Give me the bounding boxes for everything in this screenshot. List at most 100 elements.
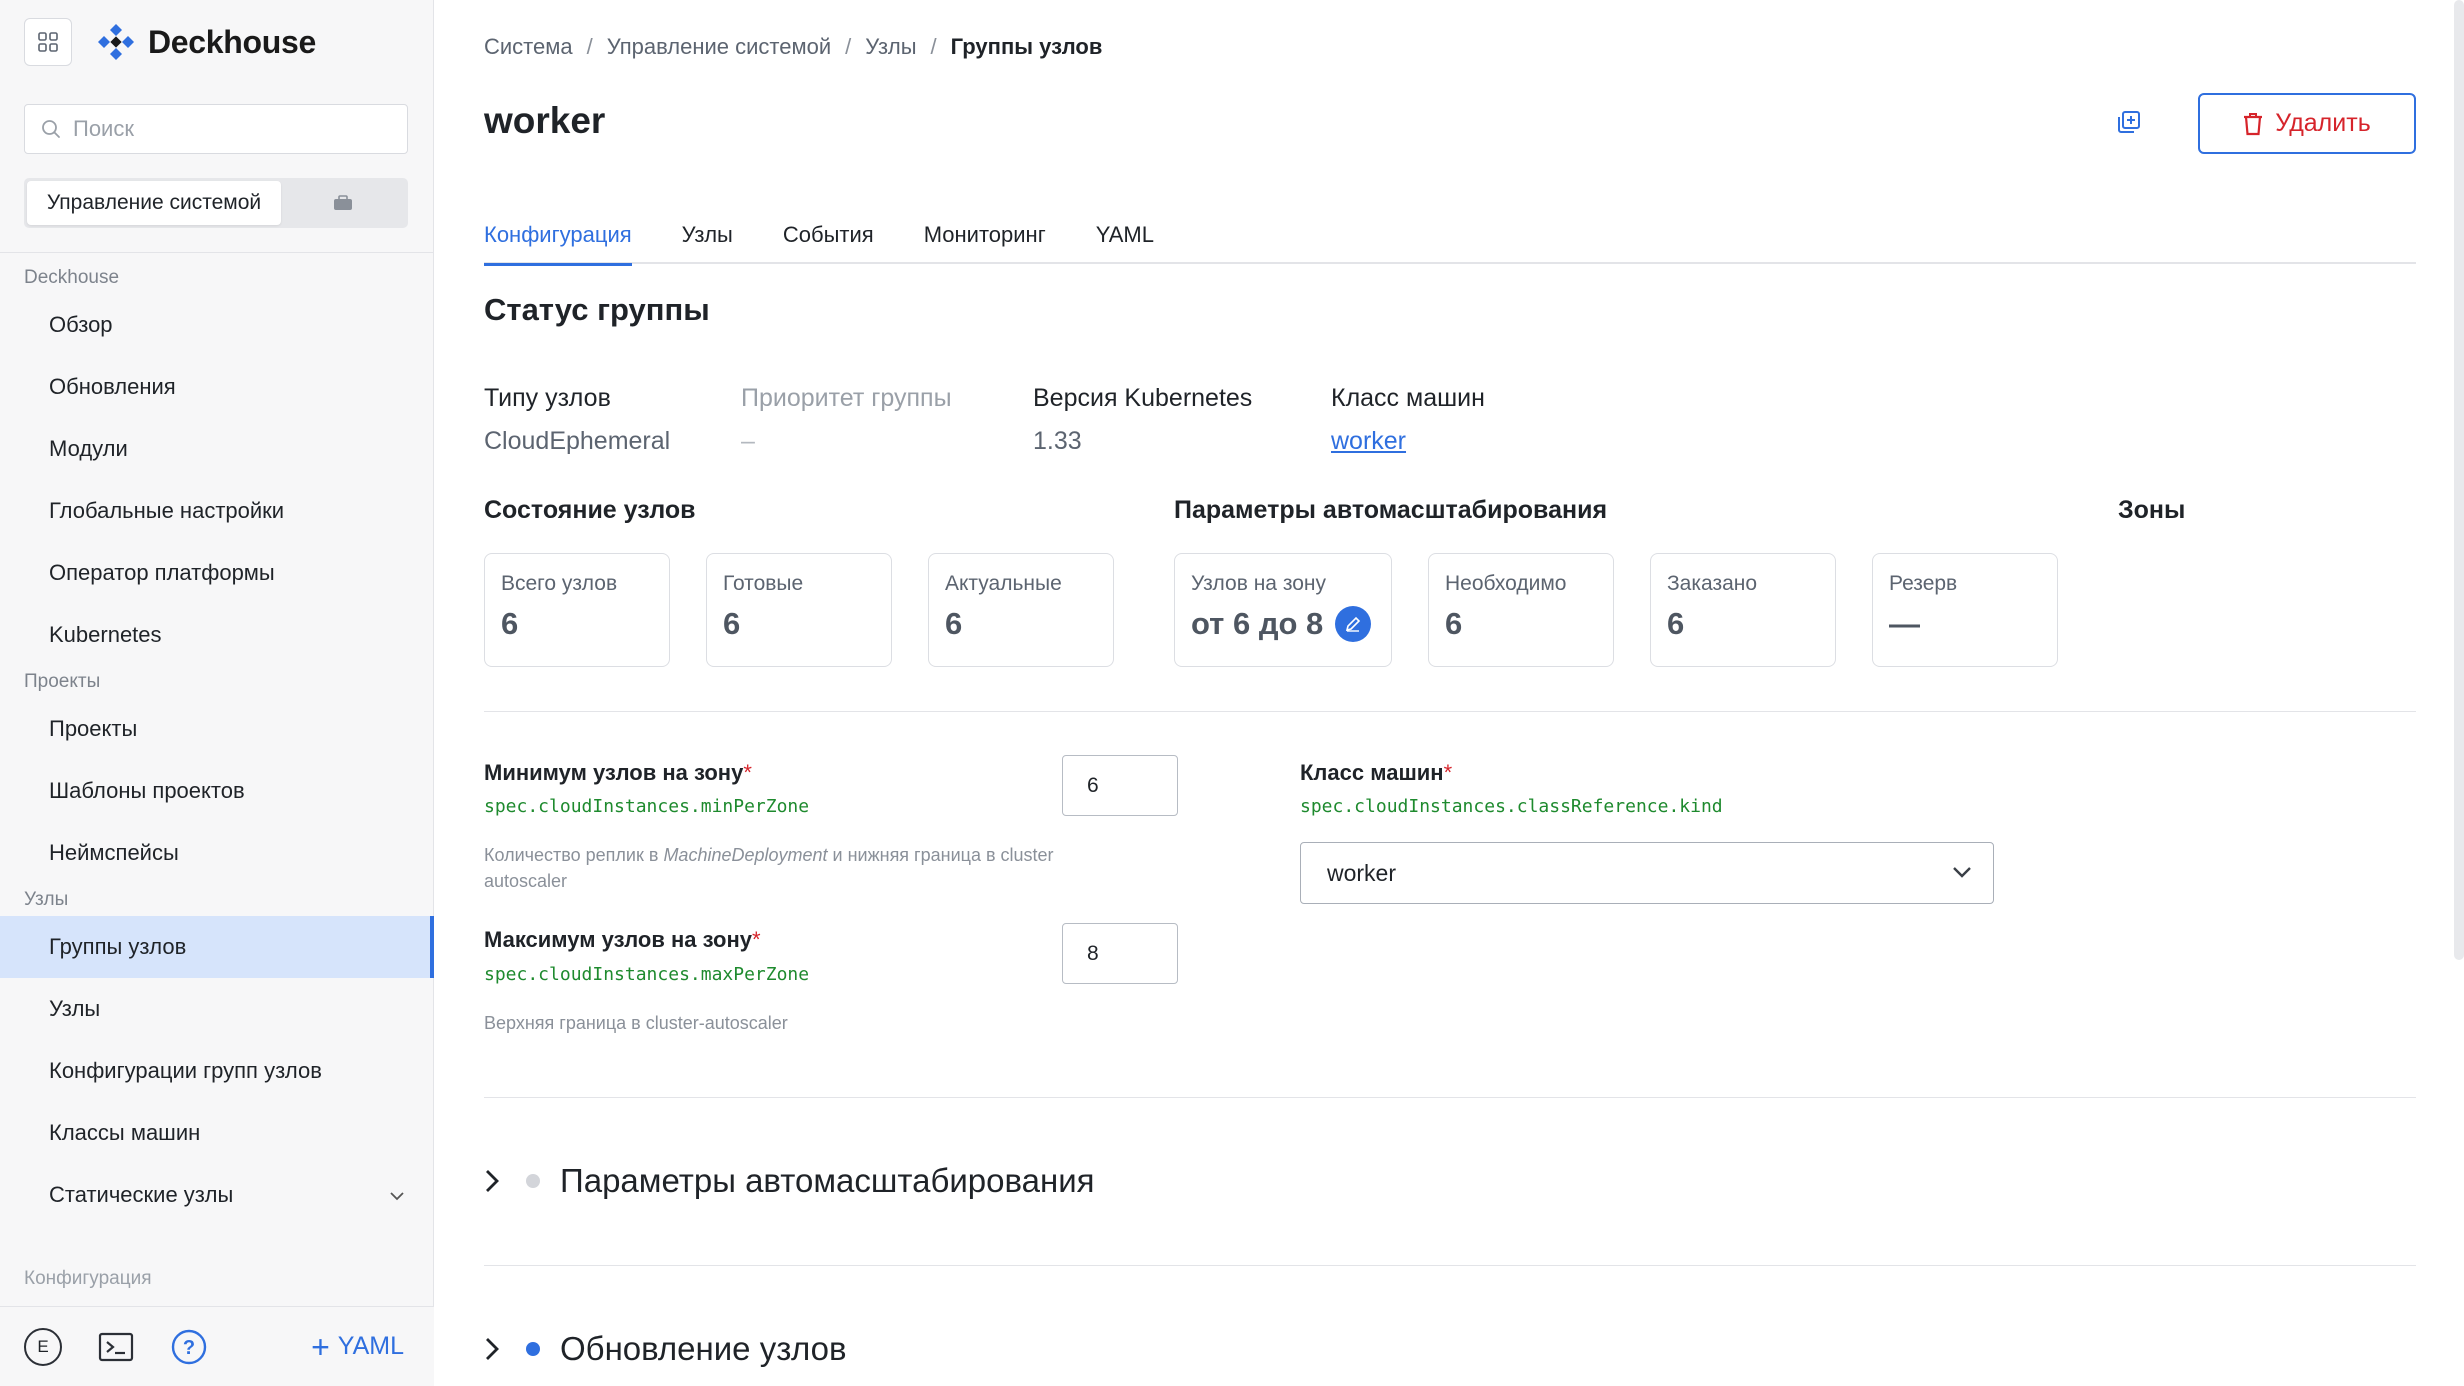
- info-label: Версия Kubernetes: [1033, 384, 1253, 412]
- trash-icon: [2244, 112, 2263, 135]
- chevron-right-icon: [484, 1168, 504, 1194]
- nav-section-deckhouse: Deckhouse: [24, 267, 120, 288]
- stat-card-desired: Необходимо 6: [1428, 553, 1614, 667]
- avatar[interactable]: E: [24, 1327, 62, 1366]
- create-yaml-button[interactable]: + YAML: [311, 1331, 404, 1363]
- accordion-title: Параметры автомасштабирования: [560, 1162, 1095, 1199]
- plus-icon: +: [311, 1328, 330, 1365]
- nav-section-nodes: Узлы: [24, 889, 69, 910]
- info-priority: Приоритет группы –: [741, 384, 1033, 456]
- sidebar-item-label: Статические узлы: [49, 1182, 234, 1207]
- stat-card-ready: Готовые 6: [706, 553, 892, 667]
- min-per-zone-path: spec.cloudInstances.minPerZone: [484, 796, 810, 817]
- sidebar-item-namespaces[interactable]: Неймспейсы: [0, 822, 434, 884]
- stat-label: Заказано: [1667, 572, 1758, 595]
- machine-class-select[interactable]: worker: [1300, 842, 1994, 904]
- info-label: Приоритет группы: [741, 384, 952, 412]
- delete-button-label: Удалить: [2275, 109, 2371, 137]
- sidebar-item-node-group-configurations[interactable]: Конфигурации групп узлов: [0, 1040, 434, 1102]
- stat-value: —: [1889, 606, 1920, 641]
- stat-value: 6: [501, 606, 519, 641]
- nav-section-configuration: Конфигурация: [24, 1268, 152, 1289]
- sidebar-divider: [0, 252, 434, 253]
- max-per-zone-input[interactable]: 8: [1062, 923, 1178, 984]
- deckhouse-logo-icon: [98, 24, 134, 60]
- min-per-zone-label: Минимум узлов на зону*: [484, 760, 752, 785]
- brand-name: Deckhouse: [148, 23, 317, 60]
- sidebar-item-static-nodes[interactable]: Статические узлы: [0, 1164, 434, 1226]
- page-title: worker: [484, 100, 606, 141]
- sidebar-item-machine-classes[interactable]: Классы машин: [0, 1102, 434, 1164]
- accordion-node-updates[interactable]: Обновление узлов: [484, 1330, 846, 1368]
- brand[interactable]: Deckhouse: [96, 22, 316, 62]
- sidebar-item-node-groups[interactable]: Группы узлов: [0, 916, 434, 978]
- tab-configuration[interactable]: Конфигурация: [484, 220, 632, 266]
- max-per-zone-help: Верхняя граница в cluster-autoscaler: [484, 1013, 788, 1033]
- sidebar-item-global-settings[interactable]: Глобальные настройки: [0, 480, 434, 542]
- group-info: Типу узлов CloudEphemeral Приоритет груп…: [484, 384, 1485, 456]
- scope-projects[interactable]: [281, 195, 405, 211]
- svg-text:?: ?: [183, 1337, 195, 1359]
- breadcrumb: Система / Управление системой / Узлы / Группы …: [484, 34, 1103, 59]
- create-yaml-label: YAML: [337, 1332, 404, 1360]
- sidebar-footer: E ? + YAML: [0, 1306, 434, 1386]
- tab-events[interactable]: События: [783, 220, 874, 264]
- machine-class-link[interactable]: worker: [1331, 427, 1485, 456]
- sidebar-item-platform-operator[interactable]: Оператор платформы: [0, 542, 434, 604]
- machine-class-path: spec.cloudInstances.classReference.kind: [1300, 796, 1723, 817]
- scope-system-management[interactable]: Управление системой: [27, 181, 281, 225]
- help-icon[interactable]: ?: [170, 1328, 208, 1366]
- sidebar-item-modules[interactable]: Модули: [0, 418, 434, 480]
- stat-label: Готовые: [723, 572, 804, 595]
- stat-label: Резерв: [1889, 572, 1958, 595]
- app-switcher-button[interactable]: [24, 18, 72, 66]
- tab-nodes[interactable]: Узлы: [682, 220, 733, 264]
- sidebar-item-project-templates[interactable]: Шаблоны проектов: [0, 760, 434, 822]
- delete-button[interactable]: Удалить: [2198, 93, 2416, 154]
- info-value: 1.33: [1033, 427, 1082, 455]
- stat-label: Необходимо: [1445, 572, 1567, 595]
- info-machine-class: Класс машин worker: [1331, 384, 1485, 456]
- node-state-label: Состояние узлов: [484, 496, 696, 524]
- breadcrumb-system[interactable]: Система: [484, 34, 573, 59]
- search-input[interactable]: [73, 116, 393, 142]
- sidebar-item-overview[interactable]: Обзор: [0, 294, 434, 356]
- stat-label: Всего узлов: [501, 572, 618, 595]
- scrollbar[interactable]: [2454, 0, 2464, 960]
- stat-value: 6: [723, 606, 741, 641]
- stat-label: Узлов на зону: [1191, 572, 1326, 595]
- info-label: Класс машин: [1331, 384, 1485, 412]
- sidebar-item-projects[interactable]: Проекты: [0, 698, 434, 760]
- search-box[interactable]: [24, 104, 408, 154]
- terminal-icon[interactable]: [98, 1331, 134, 1363]
- section-divider: [484, 1097, 2416, 1098]
- breadcrumb-system-management[interactable]: Управление системой: [607, 34, 831, 59]
- breadcrumb-nodes[interactable]: Узлы: [865, 34, 916, 59]
- min-per-zone-help: Количество реплик в MachineDeployment и …: [484, 845, 1054, 891]
- search-icon: [42, 120, 60, 138]
- tab-monitoring[interactable]: Мониторинг: [924, 220, 1046, 264]
- status-dot: [526, 1342, 540, 1356]
- sidebar: Deckhouse Управление системой Deckhouse …: [0, 0, 434, 1386]
- sidebar-item-nodes[interactable]: Узлы: [0, 978, 434, 1040]
- tabs: Конфигурация Узлы События Мониторинг YAM…: [484, 220, 2416, 266]
- min-per-zone-input[interactable]: 6: [1062, 755, 1178, 816]
- sidebar-item-kubernetes[interactable]: Kubernetes: [0, 604, 434, 666]
- grid-icon: [38, 32, 58, 52]
- accordion-autoscaling[interactable]: Параметры автомасштабирования: [484, 1162, 1095, 1200]
- info-kubernetes-version: Версия Kubernetes 1.33: [1033, 384, 1331, 456]
- logo-row: Deckhouse: [24, 18, 316, 66]
- stat-value: 6: [1667, 606, 1685, 641]
- sidebar-item-updates[interactable]: Обновления: [0, 356, 434, 418]
- chevron-down-icon[interactable]: [388, 1164, 406, 1226]
- stat-value: от 6 до 8: [1191, 606, 1324, 641]
- tab-yaml[interactable]: YAML: [1096, 220, 1154, 264]
- status-dot: [526, 1174, 540, 1188]
- info-value: –: [741, 427, 755, 455]
- stat-value: 6: [1445, 606, 1463, 641]
- edit-icon[interactable]: [1335, 606, 1372, 642]
- clone-icon[interactable]: [2117, 110, 2141, 139]
- max-per-zone-path: spec.cloudInstances.maxPerZone: [484, 964, 810, 985]
- section-divider: [484, 711, 2416, 712]
- sidebar-nav: Deckhouse Обзор Обновления Модули Глобал…: [0, 262, 434, 1226]
